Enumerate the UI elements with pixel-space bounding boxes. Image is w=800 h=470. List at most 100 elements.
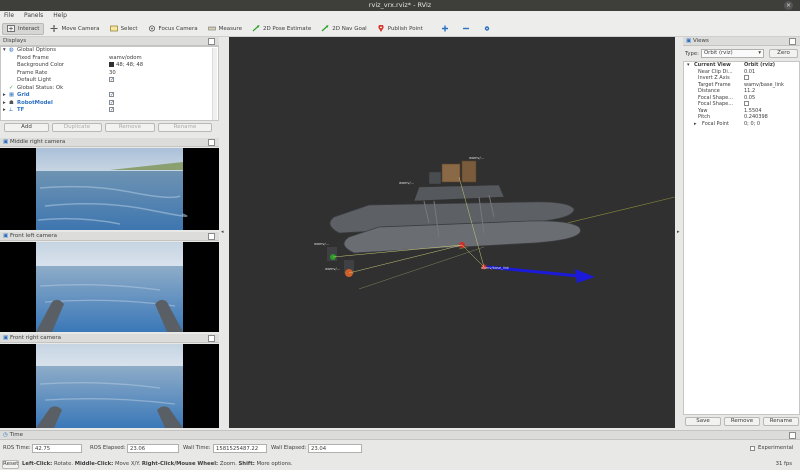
fixed-frame-label: Fixed Frame [17,54,49,61]
camera-header: ▣ Front right camera [0,334,219,343]
remove-tool-button[interactable] [458,23,477,35]
cargo-box [441,163,461,183]
tree-row-grid[interactable]: ▸ ▦ Grid ✓ [1,92,218,100]
cargo-box [461,160,477,183]
tree-row-global-status[interactable]: ✓ Global Status: Ok [1,85,218,93]
add-button[interactable]: Add [4,123,49,132]
expand-icon[interactable]: ▸ [694,121,697,128]
wall-time-field[interactable]: 1581525487.22 [213,444,267,453]
expand-icon[interactable]: ▸ [3,107,6,115]
color-swatch [109,62,114,67]
status-bar: Reset Left-Click: Rotate. Middle-Click: … [0,458,800,470]
measure-tool[interactable]: Measure [204,23,246,35]
grid-checkbox[interactable]: ✓ [109,92,114,100]
panel-close-icon[interactable] [208,38,215,45]
remove-view-button[interactable]: Remove [724,417,760,426]
panel-close-icon[interactable] [208,233,215,240]
view-type-select[interactable]: Orbit (rviz) ▾ [701,49,764,58]
interact-tool[interactable]: Interact [2,22,45,35]
tree-row-fixed-frame[interactable]: Fixed Frame wamv/odom [1,55,218,63]
rename-view-button[interactable]: Rename [763,417,799,426]
displays-scrollbar[interactable] [212,48,217,120]
nav-goal-tool[interactable]: 2D Nav Goal [317,23,371,35]
tool-options-button[interactable] [479,23,498,35]
tree-row-background-color[interactable]: Background Color 48; 48; 48 [1,62,218,70]
expand-icon[interactable]: ▸ [3,92,6,100]
remove-button[interactable]: Remove [105,123,155,132]
focus-camera-tool[interactable]: Focus Camera [144,23,202,35]
pose-estimate-tool[interactable]: 2D Pose Estimate [248,23,315,35]
hint-desc: Rotate. [54,461,74,467]
checkbox-icon[interactable] [744,75,749,80]
scene-label: wamv/base_link [481,266,510,270]
property-row[interactable]: ▸ Focal Point 0; 0; 0 [684,121,799,128]
tf-checkbox[interactable]: ✓ [109,107,114,115]
views-header: ▣ Views [683,37,800,46]
background-color-value[interactable]: 48; 48; 48 [109,62,143,70]
select-icon [109,25,118,32]
wall-elapsed-field[interactable]: 23.04 [308,444,362,453]
duplicate-button[interactable]: Duplicate [52,123,102,132]
displays-tree[interactable]: ▾ ◍ Global Options Fixed Frame wamv/odom… [0,46,219,121]
checkbox-icon[interactable]: ✓ [109,92,114,98]
displays-buttons: Add Duplicate Remove Rename [4,123,223,133]
menu-file[interactable]: File [4,12,14,19]
panel-close-icon[interactable] [208,139,215,146]
view-properties-tree[interactable]: ▾ Current View Orbit (rviz) Near Clip Di… [683,61,800,415]
checkbox-icon[interactable]: ✓ [109,107,114,113]
reset-button[interactable]: Reset [2,460,19,469]
view-type-value: Orbit (rviz) [704,50,733,56]
robot-model-checkbox[interactable]: ✓ [109,99,114,108]
checkbox-icon[interactable] [750,446,755,451]
move-camera-label: Move Camera [61,25,100,32]
type-label: Type: [685,51,699,57]
checkbox-icon[interactable] [744,101,749,106]
front-right-camera-view[interactable] [0,344,219,428]
wall-elapsed-label: Wall Elapsed: [271,445,307,451]
camera-icon: ▣ [3,335,10,341]
interact-icon [7,25,15,32]
nav-goal-label: 2D Nav Goal [332,25,367,32]
property-value[interactable]: 0; 0; 0 [744,121,760,128]
save-view-button[interactable]: Save [685,417,721,426]
checkbox-icon[interactable]: ✓ [109,77,114,83]
rename-button[interactable]: Rename [158,123,212,132]
tree-row-tf[interactable]: ▸ ⟂ TF ✓ [1,107,218,115]
property-label: Focal Point [702,120,729,127]
toolbar: Interact Move Camera Select Focus Camera… [0,21,800,37]
interact-label: Interact [18,25,40,32]
tf-label: TF [17,107,25,113]
tree-row-robot-model[interactable]: ▸ ☗ RobotModel ✓ [1,99,218,108]
nav-goal-icon [321,25,329,32]
add-tool-button[interactable] [437,23,456,35]
panel-close-icon[interactable] [789,38,796,45]
collapse-left-icon[interactable]: ◂ [221,229,224,235]
robot-model-label: RobotModel [17,99,53,106]
menu-panels[interactable]: Panels [24,12,43,19]
expand-icon[interactable]: ▸ [3,100,6,108]
panel-close-icon[interactable] [208,335,215,342]
middle-right-camera-view[interactable] [0,148,219,230]
expand-icon[interactable]: ▾ [3,47,6,55]
robot-icon: ☗ [9,99,14,106]
move-camera-tool[interactable]: Move Camera [46,23,103,35]
front-left-camera-view[interactable] [0,242,219,332]
select-tool[interactable]: Select [106,23,142,35]
default-light-checkbox[interactable]: ✓ [109,77,114,85]
render-viewport[interactable]: wamv/... wamv/base_link wamv/... wamv/..… [229,37,675,428]
frame-rate-value[interactable]: 30 [109,70,116,78]
ros-elapsed-field[interactable]: 23.06 [127,444,179,453]
close-icon[interactable]: × [784,1,793,10]
ros-time-field[interactable]: 42.75 [32,444,82,453]
tree-row-default-light[interactable]: Default Light ✓ [1,77,218,85]
experimental-checkbox[interactable] [750,445,755,452]
collapse-right-icon[interactable]: ▸ [677,229,680,235]
checkbox-icon[interactable]: ✓ [109,99,114,105]
publish-point-tool[interactable]: Publish Point [373,23,427,35]
tree-row-frame-rate[interactable]: Frame Rate 30 [1,70,218,78]
zero-button[interactable]: Zero [769,49,798,58]
tree-row-global-options[interactable]: ▾ ◍ Global Options [1,47,218,55]
menu-help[interactable]: Help [53,12,67,19]
fixed-frame-value[interactable]: wamv/odom [109,55,142,63]
panel-close-icon[interactable] [789,432,796,439]
